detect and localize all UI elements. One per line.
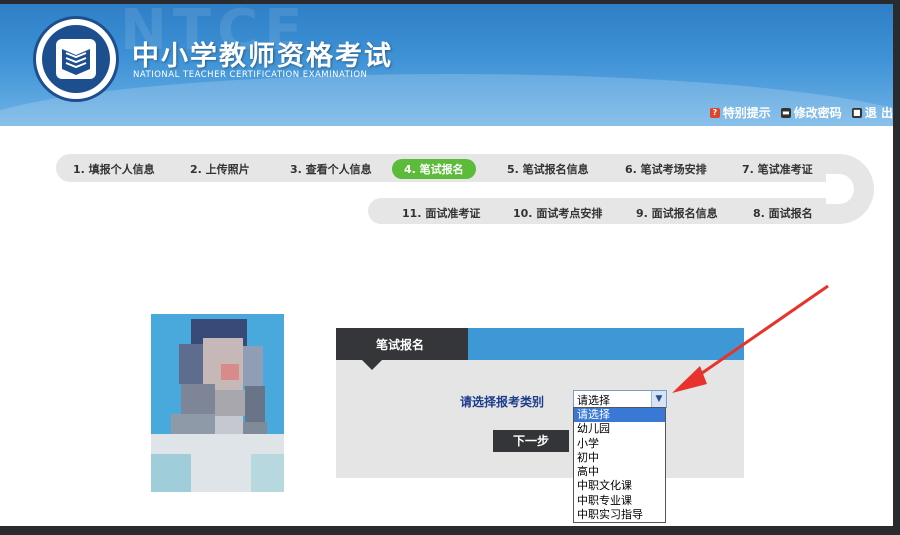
- window-frame: NTCE 中小学教师资格考试 NATIONAL TEACHER CERTIFIC…: [0, 0, 900, 535]
- red-arrow-annotation: [672, 284, 829, 393]
- page: NTCE 中小学教师资格考试 NATIONAL TEACHER CERTIFIC…: [0, 4, 893, 526]
